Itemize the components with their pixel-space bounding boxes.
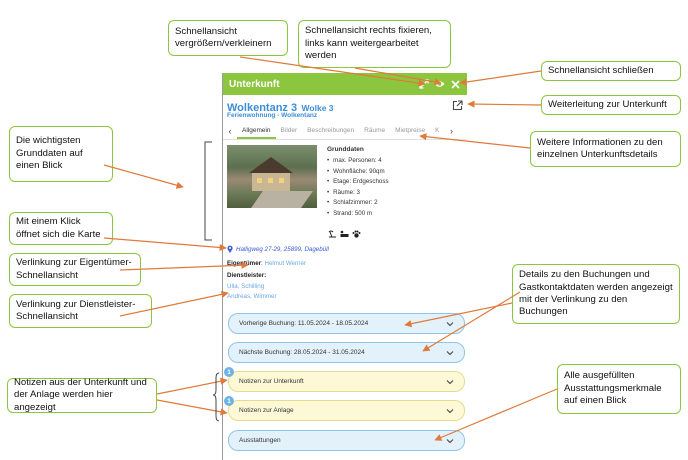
tabs-prev-icon[interactable]: ‹ [223, 126, 237, 136]
address-link[interactable]: Halligweg 27-29, 25899, Dagebüll [227, 245, 329, 253]
close-icon[interactable] [450, 79, 461, 90]
grunddaten-item: Strand: 500 m [327, 209, 389, 220]
beach-icon [328, 225, 337, 238]
owner-label: Eigentümer [227, 260, 262, 267]
callout-details: Weitere Informationen zu den einzelnen U… [530, 131, 681, 167]
owner-row: Eigentümer: Helmut Werner [227, 260, 306, 267]
callout-equipment: Alle ausgefüllten Ausstattungsmerkmale a… [557, 364, 681, 414]
accordion-label: Nächste Buchung: 28.05.2024 - 31.05.2024 [239, 349, 365, 356]
grunddaten-item: Schlafzimmer: 2 [327, 198, 389, 209]
provider-link[interactable]: Ulla, Schilling [227, 282, 277, 292]
chevron-down-icon [446, 407, 454, 415]
accordion-label: Ausstattungen [239, 437, 281, 444]
panel-header: Unterkunft [223, 73, 467, 95]
tab-beschreibungen[interactable]: Beschreibungen [302, 123, 359, 139]
accordion-previous-booking[interactable]: Vorherige Buchung: 11.05.2024 - 18.05.20… [228, 313, 465, 334]
unit-photo [227, 145, 317, 208]
accordion-complex-notes[interactable]: Notizen zur Anlage [228, 400, 465, 421]
provider-label: Dienstleister: [227, 272, 267, 279]
grunddaten-item: Etage: Erdgeschoss [327, 177, 388, 188]
expand-icon[interactable] [418, 79, 429, 90]
tabs-divider [223, 139, 467, 140]
notes-count-badge: 1 [224, 367, 234, 377]
accordion-label: Vorherige Buchung: 11.05.2024 - 18.05.20… [239, 320, 369, 327]
grunddaten-item: Wohnfläche: 90qm [327, 167, 389, 178]
panel-title: Unterkunft [229, 78, 280, 90]
provider-list: Ulla, Schilling Andreas, Wimmer [227, 282, 277, 302]
grunddaten-item: max. Personen: 4 [327, 156, 389, 167]
callout-basics: Die wichtigsten Grunddaten auf einen Bli… [9, 126, 113, 182]
callout-pin: Schnellansicht rechts fixieren, links ka… [298, 20, 451, 68]
callout-redirect: Weiterleitung zur Unterkunft [541, 95, 681, 115]
accordion-equipment[interactable]: Ausstattungen [228, 430, 465, 451]
paw-icon [352, 225, 361, 238]
tab-raeume[interactable]: Räume [359, 123, 390, 139]
quick-view-panel: Unterkunft Wolkentanz 3 Wolke 3 Ferienwo… [222, 73, 467, 460]
accordion-next-booking[interactable]: Nächste Buchung: 28.05.2024 - 31.05.2024 [228, 342, 465, 363]
tabs-next-icon[interactable]: › [444, 126, 458, 136]
callout-provider: Verlinkung zur Dienstleister-Schnellansi… [9, 294, 152, 328]
chevron-down-icon [446, 437, 454, 445]
tab-more[interactable]: K [430, 123, 444, 139]
address-text: Halligweg 27-29, 25899, Dagebüll [236, 245, 329, 253]
grunddaten-item: Räume: 3 [327, 188, 389, 199]
notes-count-badge: 1 [224, 396, 234, 406]
callout-close: Schnellansicht schließen [541, 61, 681, 81]
callout-notes: Notizen aus der Unterkunft und der Anlag… [7, 377, 157, 413]
grunddaten-heading: Grunddaten [327, 146, 364, 153]
grunddaten: Grunddaten max. Personen: 4 Wohnfläche: … [327, 146, 389, 220]
detail-tabs: ‹ Allgemein Bilder Beschreibungen Räume … [223, 123, 467, 139]
chevron-down-icon [446, 378, 454, 386]
tab-bilder[interactable]: Bilder [276, 123, 303, 139]
map-pin-icon [227, 245, 233, 253]
callout-zoom: Schnellansicht vergrößern/verkleinern [168, 20, 288, 56]
tab-mietpreise[interactable]: Mietpreise [390, 123, 430, 139]
owner-link[interactable]: Helmut Werner [265, 260, 307, 267]
callout-bookings: Details zu den Buchungen und Gastkontakt… [512, 264, 680, 324]
external-link-icon[interactable] [452, 98, 463, 111]
callout-map: Mit einem Klick öffnet sich die Karte [9, 212, 113, 245]
eye-icon[interactable] [434, 79, 445, 90]
sunbed-icon [340, 225, 349, 237]
equipment-icons [328, 225, 361, 238]
accordion-unit-notes[interactable]: Notizen zur Unterkunft [228, 371, 465, 392]
unit-type: Ferienwohnung - Wolkentanz [227, 112, 318, 119]
provider-link[interactable]: Andreas, Wimmer [227, 292, 277, 302]
callout-owner: Verlinkung zur Eigentümer-Schnellansicht [9, 253, 141, 286]
accordion-label: Notizen zur Anlage [239, 407, 294, 414]
chevron-down-icon [446, 349, 454, 357]
tab-allgemein[interactable]: Allgemein [237, 123, 276, 139]
chevron-down-icon [446, 320, 454, 328]
accordion-label: Notizen zur Unterkunft [239, 378, 304, 385]
